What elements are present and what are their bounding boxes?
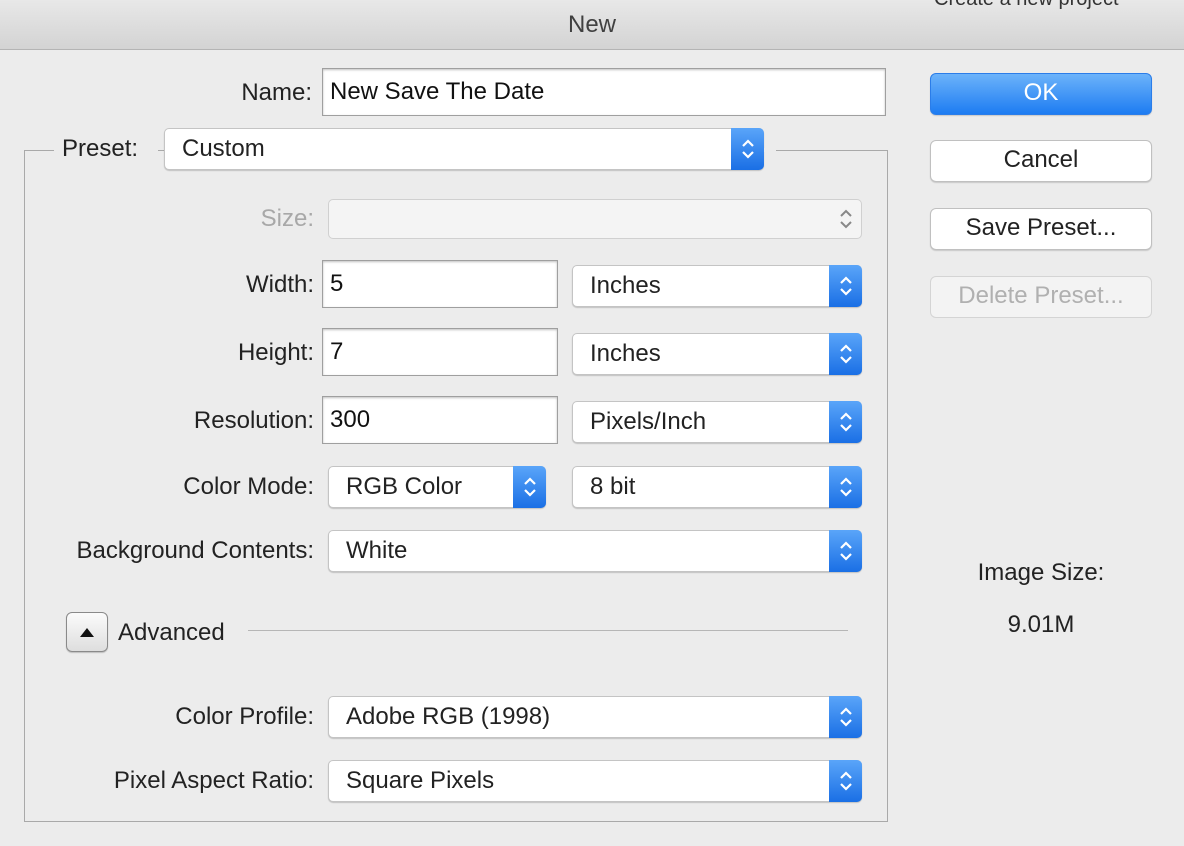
resolution-input[interactable]: 300 [322, 396, 558, 444]
groupbox-gap [764, 148, 776, 152]
pixel-aspect-ratio-value: Square Pixels [346, 767, 495, 794]
advanced-disclosure-button[interactable] [66, 612, 108, 652]
background-contents-value: White [346, 537, 408, 564]
chevron-updown-icon [829, 401, 862, 443]
preset-select[interactable]: Custom [164, 128, 764, 170]
name-input[interactable]: New Save The Date [322, 68, 886, 116]
chevron-updown-icon [829, 466, 862, 508]
color-profile-label: Color Profile: [175, 703, 314, 730]
width-unit-select[interactable]: Inches [572, 265, 862, 307]
color-mode-label: Color Mode: [183, 473, 314, 500]
bit-depth-value: 8 bit [590, 473, 636, 500]
triangle-up-icon [80, 628, 94, 637]
width-unit-value: Inches [590, 272, 661, 299]
ok-button[interactable]: OK [930, 73, 1152, 115]
preset-label: Preset: [54, 134, 158, 164]
width-label: Width: [245, 271, 314, 298]
save-preset-button[interactable]: Save Preset... [930, 208, 1152, 250]
bit-depth-select[interactable]: 8 bit [572, 466, 862, 508]
chevron-updown-icon [829, 696, 862, 738]
preset-select-value: Custom [182, 135, 265, 162]
chevron-updown-icon [829, 265, 862, 307]
chevron-updown-icon [829, 530, 862, 572]
image-size-value: 9.01M [1007, 611, 1075, 638]
advanced-divider [248, 630, 848, 631]
name-label: Name: [241, 79, 312, 106]
size-label: Size: [260, 205, 314, 232]
pixel-aspect-ratio-label: Pixel Aspect Ratio: [113, 767, 314, 794]
color-mode-select[interactable]: RGB Color [328, 466, 546, 508]
resolution-label: Resolution: [193, 407, 314, 434]
color-profile-value: Adobe RGB (1998) [346, 703, 551, 730]
height-unit-select[interactable]: Inches [572, 333, 862, 375]
chevron-updown-icon [513, 466, 546, 508]
resolution-unit-value: Pixels/Inch [590, 408, 707, 435]
width-input[interactable]: 5 [322, 260, 558, 308]
chevron-updown-icon [731, 128, 764, 170]
size-select [328, 199, 862, 239]
chevron-updown-icon [829, 760, 862, 802]
dialog-title: New [567, 11, 616, 38]
height-label: Height: [237, 339, 314, 366]
background-window-text: Create a new project [934, 0, 1184, 11]
height-unit-value: Inches [590, 340, 661, 367]
advanced-label: Advanced [118, 619, 225, 646]
color-profile-select[interactable]: Adobe RGB (1998) [328, 696, 862, 738]
background-contents-label: Background Contents: [76, 537, 314, 564]
chevron-updown-icon [829, 333, 862, 375]
resolution-unit-select[interactable]: Pixels/Inch [572, 401, 862, 443]
delete-preset-button: Delete Preset... [930, 276, 1152, 318]
chevron-updown-icon [829, 199, 862, 239]
height-input[interactable]: 7 [322, 328, 558, 376]
pixel-aspect-ratio-select[interactable]: Square Pixels [328, 760, 862, 802]
image-size-label: Image Size: [977, 559, 1105, 586]
cancel-button[interactable]: Cancel [930, 140, 1152, 182]
background-contents-select[interactable]: White [328, 530, 862, 572]
